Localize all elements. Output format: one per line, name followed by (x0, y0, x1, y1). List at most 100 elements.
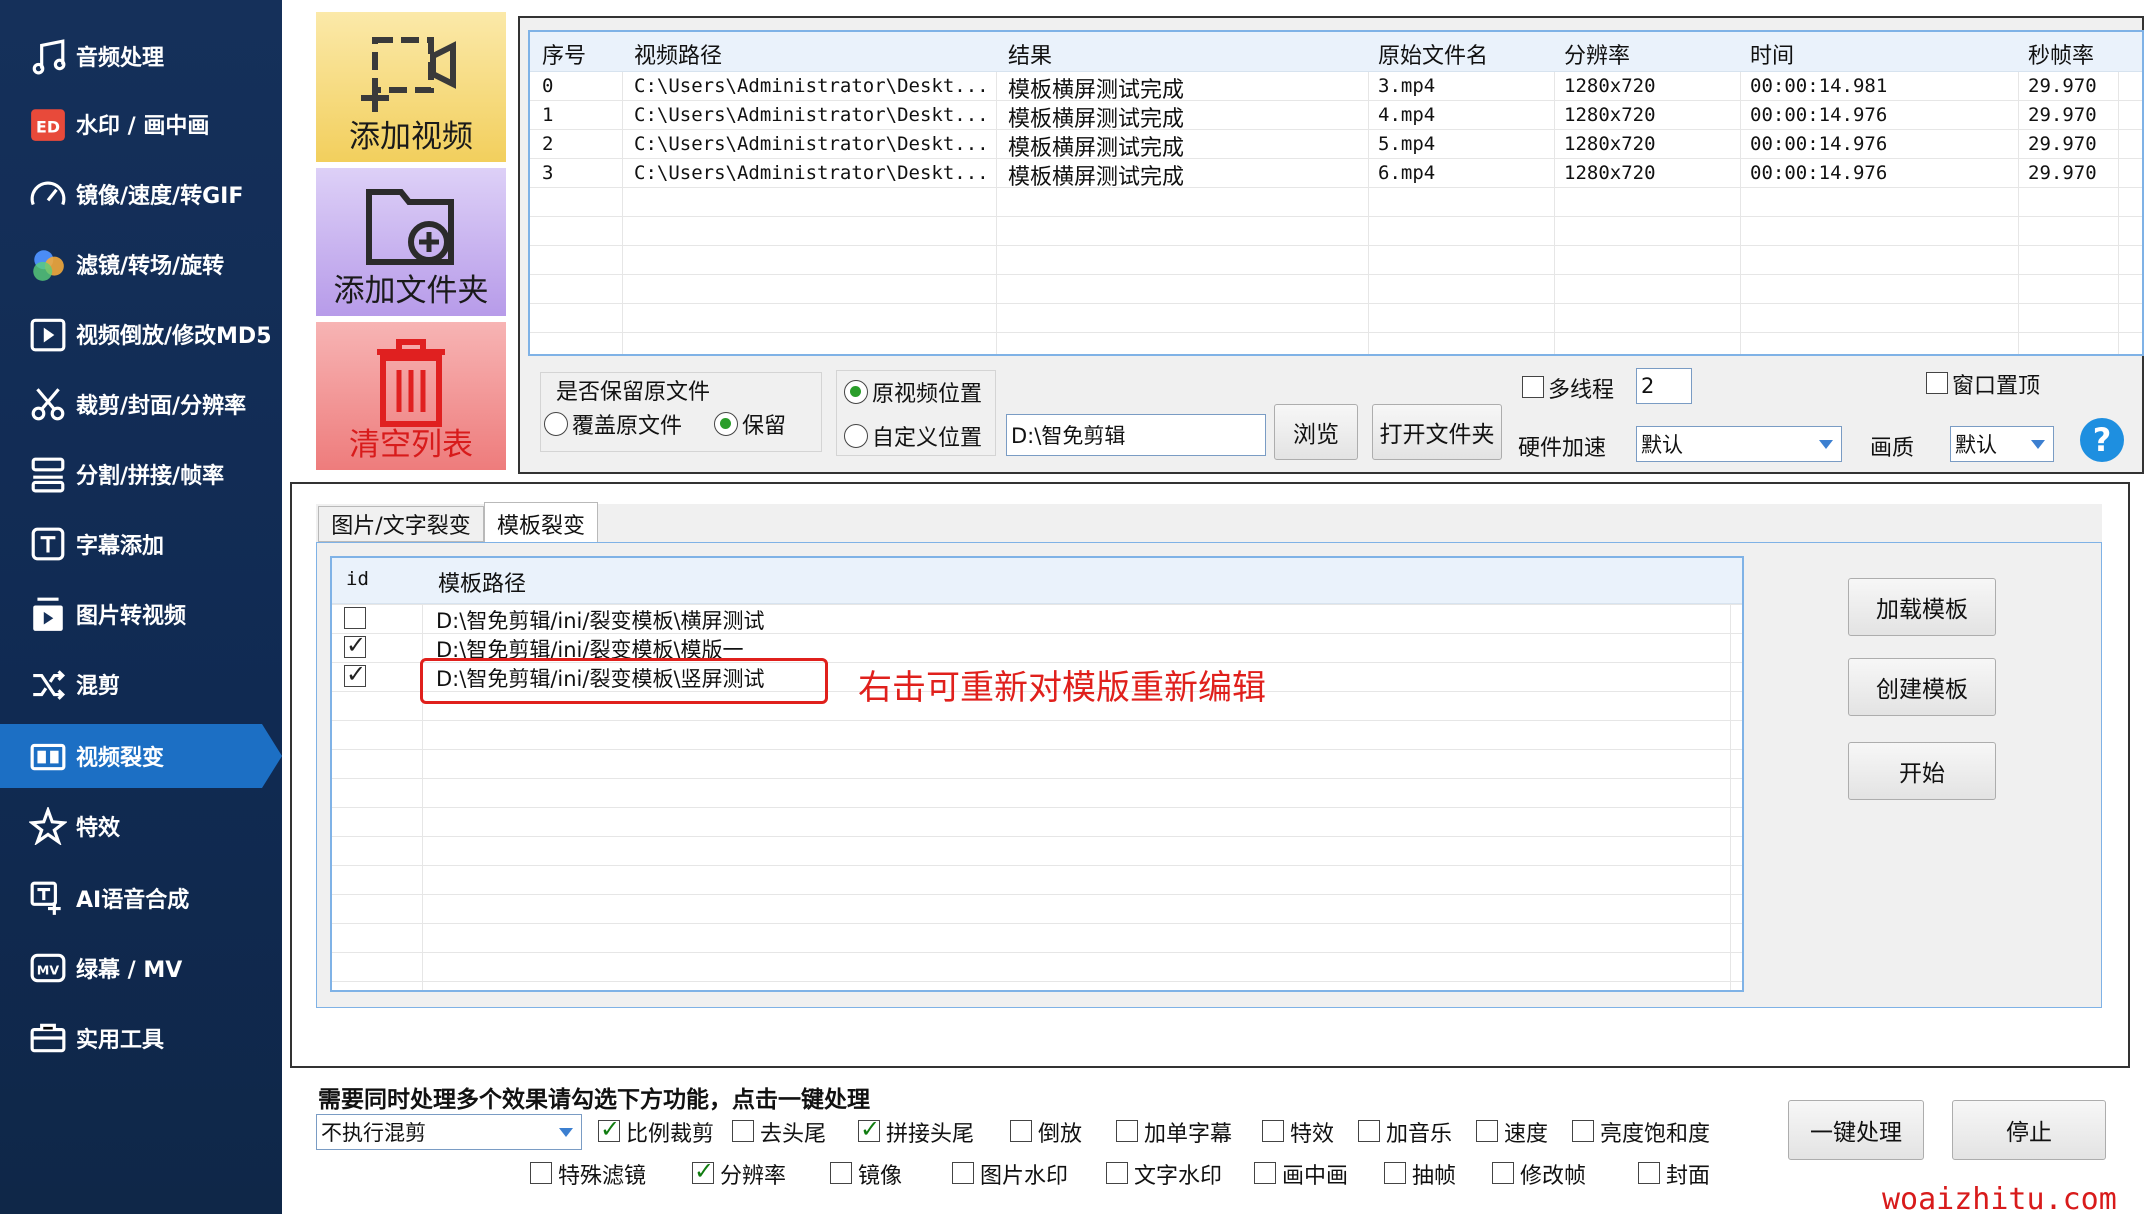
mix-select[interactable]: 不执行混剪 (316, 1114, 582, 1150)
feature-checkbox[interactable] (1106, 1162, 1128, 1184)
load-template-button[interactable]: 加载模板 (1848, 578, 1996, 636)
feature-checkbox[interactable] (830, 1162, 852, 1184)
feature-label: 速度 (1504, 1122, 1549, 1147)
table-row[interactable]: 1 C:\Users\Administrator\Deskt... 模板横屏测试完成… (530, 101, 2142, 132)
feature-checkbox[interactable] (1254, 1162, 1276, 1184)
sidebar-item-label: 视频裂变 (76, 746, 165, 771)
feature-checkbox[interactable] (692, 1157, 714, 1185)
custom-position-radio[interactable] (844, 424, 868, 448)
sidebar-item-3[interactable]: 滤镜/转场/旋转 (0, 232, 282, 296)
table-row[interactable]: 0 C:\Users\Administrator\Deskt... 模板横屏测试完成… (530, 72, 2142, 103)
feature-checkbox[interactable] (1358, 1120, 1380, 1142)
hw-accel-select[interactable]: 默认 (1636, 426, 1842, 462)
one-click-button[interactable]: 一键处理 (1788, 1100, 1924, 1160)
feature-checkbox[interactable] (530, 1162, 552, 1184)
table-cell: C:\Users\Administrator\Deskt... (634, 133, 989, 155)
sidebar-item-9[interactable]: 混剪 (0, 652, 282, 716)
column-header[interactable]: 模板路径 (438, 566, 526, 598)
table-row[interactable]: 2 C:\Users\Administrator\Deskt... 模板横屏测试完成… (530, 130, 2142, 161)
column-header[interactable]: 时间 (1750, 38, 1794, 70)
feature-checkbox[interactable] (1116, 1120, 1138, 1142)
sidebar-item-1[interactable]: ED 水印 / 画中画 (0, 92, 282, 156)
feature-label: 分辨率 (720, 1164, 787, 1189)
image-to-video-icon (28, 594, 68, 634)
subtitle-icon (28, 524, 68, 564)
column-header[interactable]: 序号 (542, 38, 586, 70)
column-header[interactable]: id (346, 568, 369, 590)
chevron-down-icon (559, 1128, 573, 1137)
browse-button[interactable]: 浏览 (1274, 404, 1358, 460)
help-icon[interactable]: ? (2080, 418, 2124, 462)
create-template-button[interactable]: 创建模板 (1848, 658, 1996, 716)
sidebar-item-2[interactable]: 镜像/速度/转GIF (0, 162, 282, 226)
shuffle-icon (28, 664, 68, 704)
sidebar-item-14[interactable]: 实用工具 (0, 1006, 282, 1070)
clear-list-button[interactable]: 清空列表 (316, 322, 506, 470)
tts-icon (28, 878, 68, 918)
sparkle-icon (28, 806, 68, 846)
sidebar-item-10[interactable]: 视频裂变 (0, 724, 282, 788)
sidebar-item-4[interactable]: 视频倒放/修改MD5 (0, 302, 282, 366)
row-checkbox[interactable] (344, 660, 366, 688)
add-folder-button[interactable]: 添加文件夹 (316, 168, 506, 316)
sidebar-item-label: 镜像/速度/转GIF (76, 184, 244, 209)
overwrite-radio[interactable] (544, 412, 568, 436)
add-video-button[interactable]: 添加视频 (316, 12, 506, 162)
tab-template[interactable]: 模板裂变 (484, 502, 598, 544)
row-divider (332, 749, 1742, 750)
column-header[interactable]: 分辨率 (1564, 38, 1630, 70)
sidebar-item-6[interactable]: 分割/拼接/帧率 (0, 442, 282, 506)
video-split-icon (28, 736, 68, 776)
original-position-radio[interactable] (844, 380, 868, 404)
sidebar-item-5[interactable]: 裁剪/封面/分辨率 (0, 372, 282, 436)
row-checkbox[interactable] (344, 631, 366, 659)
feature-checkbox[interactable] (732, 1120, 754, 1142)
feature-checkbox[interactable] (858, 1115, 880, 1143)
sidebar-item-13[interactable]: MV 绿幕 / MV (0, 936, 282, 1000)
row-divider (530, 245, 2142, 246)
row-checkbox[interactable] (344, 607, 366, 629)
multithread-label: 多线程 (1548, 378, 1615, 403)
feature-checkbox[interactable] (1572, 1120, 1594, 1142)
template-path: D:\智免剪辑/ini/裂变模板\横屏测试 (436, 609, 765, 633)
row-divider (530, 274, 2142, 275)
feature-checkbox[interactable] (1492, 1162, 1514, 1184)
sidebar-item-12[interactable]: AI语音合成 (0, 866, 282, 930)
topmost-checkbox[interactable] (1926, 372, 1948, 394)
feature-checkbox[interactable] (1638, 1162, 1660, 1184)
sidebar-item-label: 水印 / 画中画 (76, 114, 210, 139)
table-row[interactable]: 3 C:\Users\Administrator\Deskt... 模板横屏测试完成… (530, 159, 2142, 190)
tab-image-text[interactable]: 图片/文字裂变 (318, 506, 484, 542)
table-cell: 模板横屏测试完成 (1008, 165, 1185, 190)
stop-button[interactable]: 停止 (1952, 1100, 2106, 1160)
sidebar-item-11[interactable]: 特效 (0, 794, 282, 858)
feature-checkbox[interactable] (1476, 1120, 1498, 1142)
sidebar-item-label: 分割/拼接/帧率 (76, 464, 225, 489)
feature-checkbox[interactable] (952, 1162, 974, 1184)
template-annotation-box (420, 658, 828, 704)
sidebar-item-label: 图片转视频 (76, 604, 187, 629)
keep-radio[interactable] (714, 412, 738, 436)
feature-checkbox[interactable] (1384, 1162, 1406, 1184)
feature-checkbox[interactable] (1262, 1120, 1284, 1142)
column-header[interactable]: 结果 (1008, 38, 1052, 70)
table-cell: 29.970 (2028, 75, 2097, 97)
sidebar-item-8[interactable]: 图片转视频 (0, 582, 282, 646)
row-divider (332, 981, 1742, 982)
output-path-input[interactable]: D:\智免剪辑 (1006, 414, 1266, 456)
feature-checkbox[interactable] (598, 1115, 620, 1143)
sidebar-item-label: 实用工具 (76, 1028, 165, 1053)
column-header[interactable]: 原始文件名 (1378, 38, 1488, 70)
table-row[interactable]: D:\智免剪辑/ini/裂变模板\横屏测试 (332, 604, 1742, 633)
multithread-checkbox[interactable] (1522, 376, 1544, 398)
sidebar: 音频处理 ED 水印 / 画中画镜像/速度/转GIF 滤镜/转场/旋转 视频倒放/修改M… (0, 0, 282, 1214)
open-folder-button[interactable]: 打开文件夹 (1372, 404, 1502, 460)
feature-checkbox[interactable] (1010, 1120, 1032, 1142)
column-header[interactable]: 视频路径 (634, 38, 722, 70)
sidebar-item-0[interactable]: 音频处理 (0, 24, 282, 88)
sidebar-item-7[interactable]: 字幕添加 (0, 512, 282, 576)
thread-count-input[interactable]: 2 (1636, 368, 1692, 404)
quality-select[interactable]: 默认 (1950, 426, 2054, 462)
column-header[interactable]: 秒帧率 (2028, 38, 2094, 70)
start-button[interactable]: 开始 (1848, 742, 1996, 800)
